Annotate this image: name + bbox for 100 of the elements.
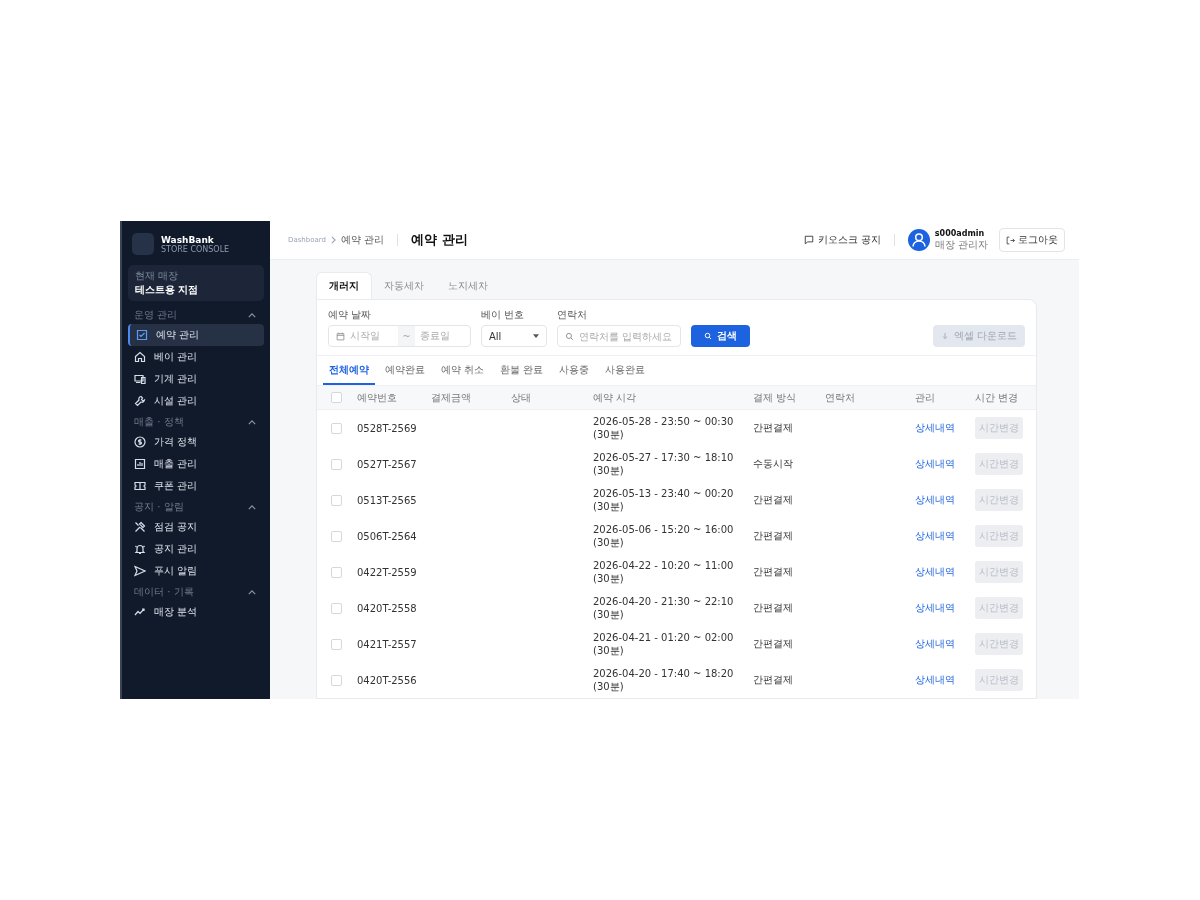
- chevron-icon[interactable]: [248, 504, 256, 510]
- column-header: 예약 시각: [593, 391, 637, 403]
- store-name: 테스트용 지점: [135, 283, 200, 297]
- table-cell-text: 2026-04-21 - 01:20 ~ 02:00 (30분): [593, 631, 735, 657]
- sidebar-item[interactable]: 시설 관리: [128, 390, 264, 412]
- search-button[interactable]: 검색: [691, 325, 750, 347]
- select-all-checkbox[interactable]: [331, 392, 342, 403]
- table-cell: 간편결제: [753, 566, 793, 577]
- tab[interactable]: 노지세차: [436, 272, 500, 299]
- status-tab[interactable]: 사용중: [553, 356, 596, 385]
- table-cell: 0421T-2557: [357, 638, 417, 650]
- table-cell: 간편결제: [753, 602, 793, 613]
- status-tab[interactable]: 예약 취소: [435, 356, 491, 385]
- chevron-icon[interactable]: [248, 419, 256, 425]
- table-cell-text: 2026-05-28 - 23:50 ~ 00:30 (30분): [593, 415, 735, 441]
- section-title: 운영 관리: [134, 308, 178, 322]
- bay-select[interactable]: All: [481, 325, 547, 347]
- store-label: 현재 매장: [135, 269, 180, 283]
- tools-icon: [134, 521, 146, 533]
- breadcrumb-current: 예약 관리: [341, 233, 385, 247]
- sidebar-item[interactable]: 베이 관리: [128, 346, 264, 368]
- sidebar-item[interactable]: 푸시 알림: [128, 560, 264, 582]
- tab[interactable]: 자동세차: [372, 272, 436, 299]
- detail-link[interactable]: 상세내역: [915, 530, 955, 541]
- field-label: 베이 번호: [481, 308, 526, 322]
- table-cell-text: 2026-04-22 - 10:20 ~ 11:00 (30분): [593, 559, 735, 585]
- column-header: 시간 변경: [975, 391, 1019, 403]
- table-cell: 수동시작: [753, 458, 793, 469]
- kiosk-notice-button[interactable]: 키오스크 공지: [803, 233, 881, 247]
- table-cell-text: 2026-05-13 - 23:40 ~ 00:20 (30분): [593, 487, 735, 513]
- chevron-icon: [331, 236, 336, 244]
- sidebar-item[interactable]: 매장 분석: [128, 601, 264, 623]
- chat-bubble-icon: [803, 235, 814, 245]
- row-checkbox[interactable]: [331, 530, 342, 542]
- detail-link[interactable]: 상세내역: [915, 458, 955, 469]
- row-checkbox[interactable]: [331, 458, 342, 470]
- avatar-icon: [907, 229, 930, 251]
- logout-button[interactable]: 로그아웃: [999, 228, 1065, 252]
- section-title: 데이터 · 기록: [134, 585, 194, 599]
- ticket-icon: [134, 480, 146, 492]
- column-header: 연락처: [825, 391, 855, 403]
- row-checkbox[interactable]: [331, 494, 342, 506]
- table-cell-text: 2026-04-20 - 17:40 ~ 18:20 (30분): [593, 667, 735, 693]
- sidebar-item[interactable]: 매출 관리: [128, 453, 264, 475]
- brand-name: WashBank: [161, 234, 215, 245]
- detail-link[interactable]: 상세내역: [915, 566, 955, 577]
- row-checkbox[interactable]: [331, 566, 342, 578]
- detail-link[interactable]: 상세내역: [915, 638, 955, 649]
- table-cell-text: 2026-05-06 - 15:20 ~ 16:00 (30분): [593, 523, 735, 549]
- row-checkbox[interactable]: [331, 602, 342, 614]
- page-title: 예약 관리: [411, 231, 468, 249]
- table-cell: 0513T-2565: [357, 494, 417, 506]
- table-cell: 간편결제: [753, 530, 793, 541]
- row-checkbox[interactable]: [331, 674, 342, 686]
- status-tab[interactable]: 사용완료: [599, 356, 652, 385]
- field-label: 예약 날짜: [328, 308, 373, 322]
- column-header: 상태: [511, 391, 531, 403]
- status-tab[interactable]: 예약완료: [379, 356, 431, 385]
- table-cell: 0422T-2559: [357, 566, 417, 578]
- tab[interactable]: 개러지: [316, 272, 372, 299]
- sidebar-item[interactable]: 예약 관리: [128, 324, 264, 346]
- sidebar-item[interactable]: 공지 관리: [128, 538, 264, 560]
- field-label: 연락처: [557, 308, 588, 322]
- column-header: 결제금액: [431, 391, 471, 403]
- sidebar-item[interactable]: 점검 공지: [128, 516, 264, 538]
- column-header: 예약번호: [357, 391, 397, 403]
- logo-tile: [132, 233, 154, 255]
- caret-icon: [533, 334, 539, 338]
- table-cell: 0527T-2567: [357, 458, 417, 470]
- detail-link[interactable]: 상세내역: [915, 602, 955, 613]
- column-header: 결제 방식: [753, 391, 797, 403]
- sidebar-item[interactable]: 기계 관리: [128, 368, 264, 390]
- dollar-icon: [134, 436, 146, 448]
- user-name: s000admin: [934, 228, 986, 238]
- house-icon: [134, 351, 146, 363]
- contact-search-field[interactable]: 연락처를 입력하세요: [557, 325, 681, 347]
- section-title: 매출 · 정책: [134, 415, 184, 429]
- sidebar-item[interactable]: 가격 정책: [128, 431, 264, 453]
- row-checkbox[interactable]: [331, 422, 342, 434]
- trend-icon: [134, 606, 146, 618]
- table-cell: 간편결제: [753, 638, 793, 649]
- table-cell: 간편결제: [753, 494, 793, 505]
- section-title: 공지 · 알림: [134, 500, 184, 514]
- table-cell-text: 2026-05-27 - 17:30 ~ 18:10 (30분): [593, 451, 735, 477]
- chart-icon: [134, 458, 146, 470]
- bell-icon: [134, 543, 146, 555]
- chevron-icon[interactable]: [248, 312, 256, 318]
- detail-link[interactable]: 상세내역: [915, 494, 955, 505]
- detail-link[interactable]: 상세내역: [915, 674, 955, 685]
- chevron-icon[interactable]: [248, 589, 256, 595]
- table-cell: 간편결제: [753, 674, 793, 685]
- table-cell: 0528T-2569: [357, 422, 417, 434]
- status-tab[interactable]: 환불 완료: [494, 356, 550, 385]
- table-cell-text: 2026-04-20 - 21:30 ~ 22:10 (30분): [593, 595, 735, 621]
- sidebar-item[interactable]: 쿠폰 관리: [128, 475, 264, 497]
- detail-link[interactable]: 상세내역: [915, 422, 955, 433]
- row-checkbox[interactable]: [331, 638, 342, 650]
- user-role: 매장 관리자: [934, 237, 988, 252]
- checkbox-icon: [136, 329, 148, 341]
- download-icon: [940, 332, 949, 340]
